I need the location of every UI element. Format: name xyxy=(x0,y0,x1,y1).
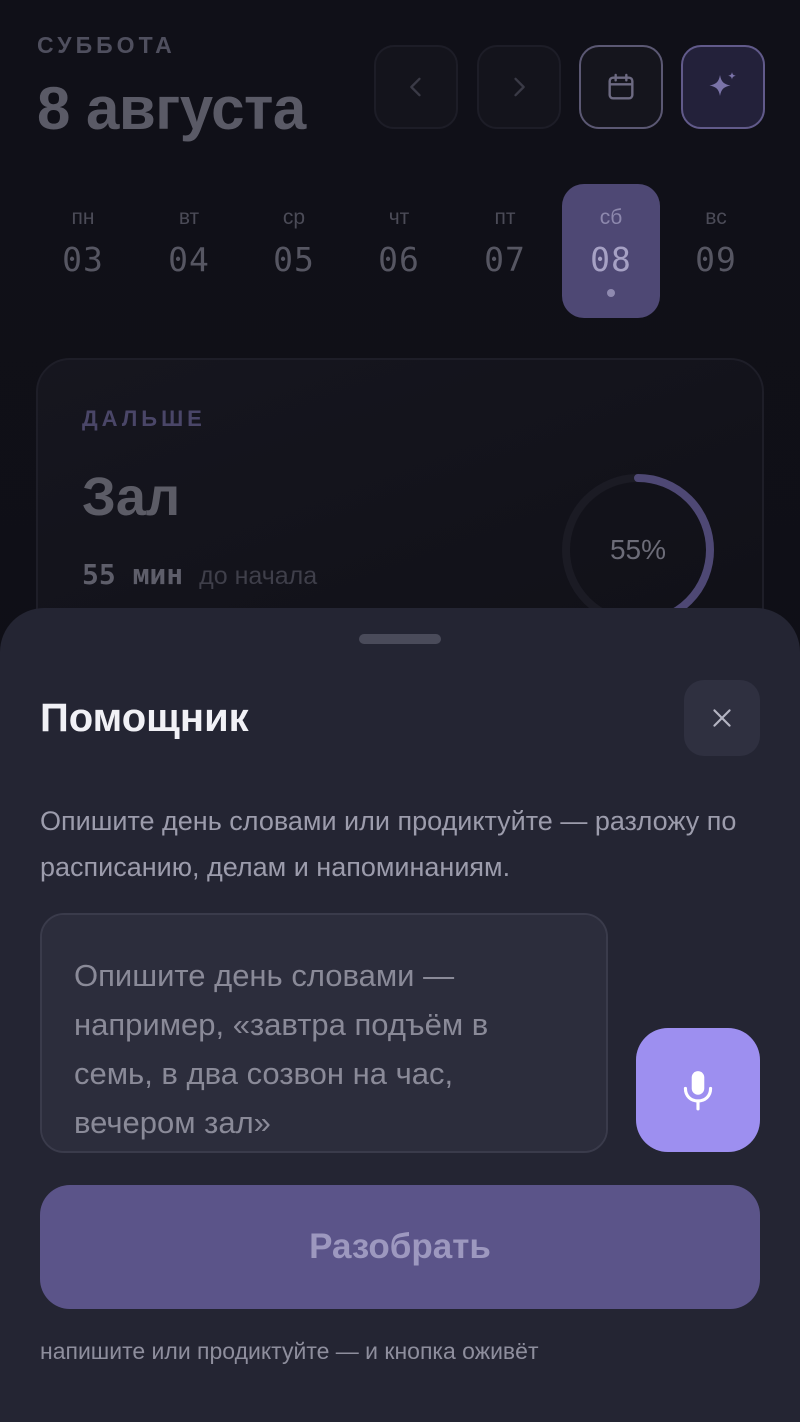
day-name: сб xyxy=(599,206,623,229)
sheet-grabber[interactable] xyxy=(359,634,441,644)
assistant-button[interactable] xyxy=(681,45,765,129)
today-dot xyxy=(607,289,615,297)
day-number: 04 xyxy=(168,240,210,279)
day-description-input[interactable] xyxy=(40,913,608,1153)
day-sat-selected[interactable]: сб 08 xyxy=(562,184,660,318)
close-icon xyxy=(713,709,731,727)
day-name: ср xyxy=(282,206,306,229)
day-wed[interactable]: ср 05 xyxy=(245,184,343,318)
day-fri[interactable]: пт 07 xyxy=(456,184,554,318)
sheet-description: Опишите день словами или продиктуйте — р… xyxy=(40,806,737,882)
progress-percent: 55% xyxy=(609,534,667,565)
sparkles-icon xyxy=(709,72,736,96)
microphone-icon xyxy=(683,1071,713,1111)
day-number: 07 xyxy=(484,240,526,279)
day-name: вт xyxy=(178,206,200,229)
sheet-title: Помощник xyxy=(40,696,249,740)
day-sun[interactable]: вс 09 xyxy=(667,184,765,318)
day-name: чт xyxy=(388,206,410,229)
weekday-label: СУББОТА xyxy=(37,32,176,58)
day-number: 09 xyxy=(695,240,737,279)
prev-day-button[interactable] xyxy=(374,45,458,129)
chevron-right-icon xyxy=(514,77,525,97)
day-number: 08 xyxy=(590,240,632,279)
parse-hint: напишите или продиктуйте — и кнопка ожив… xyxy=(40,1338,539,1364)
week-strip: пн 03 вт 04 ср 05 чт 06 пт 07 сб 08 вс 0… xyxy=(30,184,770,318)
next-day-button[interactable] xyxy=(477,45,561,129)
day-mon[interactable]: пн 03 xyxy=(34,184,132,318)
minutes-value: 55 мин xyxy=(82,558,184,591)
parse-button[interactable]: Разобрать xyxy=(40,1185,760,1309)
next-label: ДАЛЬШЕ xyxy=(82,406,206,431)
day-name: вс xyxy=(705,206,727,229)
day-tue[interactable]: вт 04 xyxy=(140,184,238,318)
date-title: 8 августа xyxy=(37,75,306,142)
next-event-countdown: 55 мин до начала xyxy=(82,558,317,591)
day-thu[interactable]: чт 06 xyxy=(350,184,448,318)
close-button[interactable] xyxy=(684,680,760,756)
day-number: 05 xyxy=(273,240,315,279)
day-name: пн xyxy=(71,206,95,229)
day-name: пт xyxy=(494,206,516,229)
app-screen: СУББОТА 8 августа пн 03 вт 04 ср 05 чт 0… xyxy=(0,0,800,1422)
next-event-title: Зал xyxy=(82,467,181,527)
until-start-label: до начала xyxy=(199,562,318,590)
calendar-icon xyxy=(608,73,634,100)
day-number: 06 xyxy=(378,240,420,279)
calendar-button[interactable] xyxy=(579,45,663,129)
assistant-sheet: Помощник Опишите день словами или продик… xyxy=(0,608,800,1422)
day-number: 03 xyxy=(62,240,104,279)
microphone-button[interactable] xyxy=(636,1028,760,1152)
chevron-left-icon xyxy=(410,77,421,97)
